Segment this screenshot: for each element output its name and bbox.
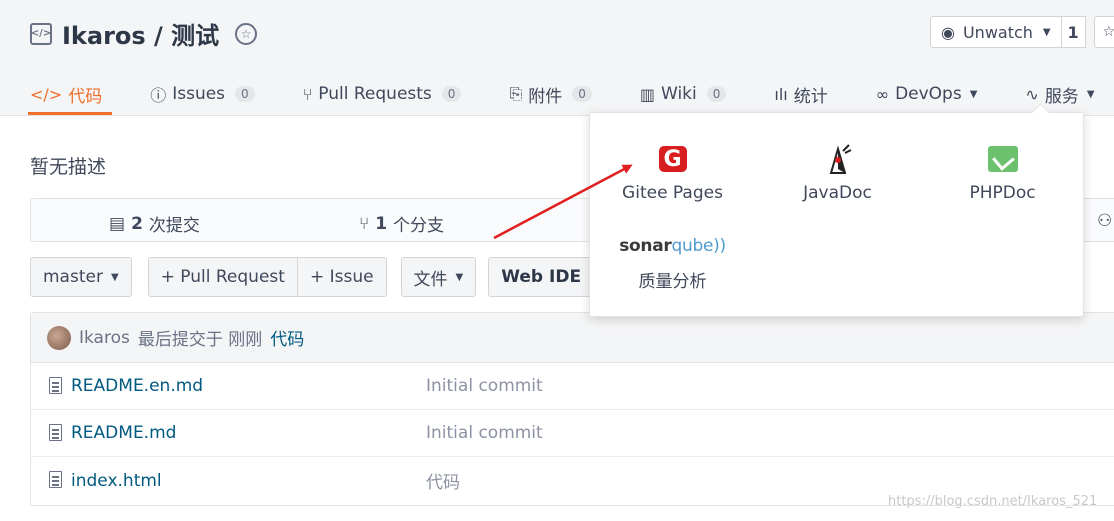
tab-issues[interactable]: ⓘ Issues 0 (150, 66, 255, 112)
unwatch-button[interactable]: ◉ Unwatch ▼ (930, 16, 1062, 48)
branches-label: 个分支 (393, 216, 445, 236)
menu-item-gitee-pages[interactable]: G Gitee Pages (590, 141, 755, 203)
file-name-link[interactable]: index.html (71, 471, 162, 491)
tab-label: Wiki (661, 84, 697, 104)
file-icon (49, 471, 62, 488)
commits-count: 2 (131, 213, 143, 234)
file-commit-message[interactable]: Initial commit (426, 376, 543, 396)
branch-label: master (43, 267, 103, 287)
repo-title-bar: </> Ikaros / 测试 ☆ (30, 16, 258, 51)
tab-pull-requests[interactable]: ⑂ Pull Requests 0 (303, 66, 462, 112)
commit-message-link[interactable]: 代码 (270, 325, 304, 350)
file-menu-button[interactable]: 文件 ▼ (400, 257, 477, 297)
chevron-down-icon: ▼ (1042, 26, 1051, 38)
chevron-down-icon: ▼ (969, 88, 978, 100)
avatar[interactable] (47, 325, 71, 350)
tab-attachments[interactable]: ⎘ 附件 0 (509, 66, 592, 112)
branches-count: 1 (375, 213, 388, 234)
commits-label: 次提交 (148, 216, 200, 236)
latest-commit-row: Ikaros 最后提交于 刚刚 代码 (31, 313, 1114, 363)
repo-name[interactable]: Ikaros / 测试 (62, 16, 219, 51)
repo-header: </> Ikaros / 测试 ☆ ◉ Unwatch ▼ 1 ☆ </> 代码… (0, 0, 1114, 116)
gitee-pages-logo-icon: G (658, 146, 687, 172)
book-icon: ▥ (639, 84, 656, 104)
tab-count: 0 (706, 86, 727, 102)
web-ide-button[interactable]: Web IDE (488, 257, 595, 297)
code-icon: </> (30, 84, 63, 104)
file-icon (49, 424, 62, 441)
chevron-down-icon: ▼ (455, 271, 464, 283)
commit-author[interactable]: Ikaros (79, 328, 130, 348)
tab-code[interactable]: </> 代码 (27, 66, 113, 115)
commit-time-text: 最后提交于 刚刚 (137, 330, 263, 350)
watch-count[interactable]: 1 (1061, 16, 1086, 48)
menu-item-quality-analysis[interactable]: sonarqube)) 质量分析 (590, 231, 755, 292)
file-list: Ikaros 最后提交于 刚刚 代码 README.en.md Initial … (30, 312, 1114, 506)
file-row: README.en.md Initial commit (31, 363, 1114, 410)
bar-chart-icon: ılı (774, 84, 788, 104)
chevron-down-icon: ▼ (110, 271, 119, 283)
contributors-stat[interactable]: ⚇ (1097, 211, 1112, 231)
java-duke-icon (829, 144, 851, 174)
repo-toolbar: master ▼ + Pull Request + Issue 文件 ▼ Web… (30, 257, 629, 297)
chevron-down-icon: ▼ (1086, 88, 1095, 100)
tab-label: 统计 (793, 86, 828, 107)
file-commit-message[interactable]: 代码 (426, 468, 460, 493)
tab-label: 服务 (1044, 86, 1079, 107)
paperclip-icon: ⎘ (509, 84, 523, 103)
commit-list-icon: ▤ (109, 213, 126, 234)
watch-group: ◉ Unwatch ▼ 1 ☆ (930, 16, 1114, 48)
file-commit-message[interactable]: Initial commit (426, 423, 543, 443)
award-badge-icon[interactable]: ☆ (235, 22, 258, 45)
tab-label: Issues (172, 84, 226, 104)
pull-request-button[interactable]: + Pull Request (147, 257, 298, 297)
infinity-icon: ∞ (875, 84, 890, 104)
star-button[interactable]: ☆ (1093, 16, 1114, 48)
phpdoc-logo-icon (987, 146, 1018, 172)
file-name-link[interactable]: README.md (71, 423, 176, 443)
unwatch-label: Unwatch (962, 22, 1033, 42)
contributors-icon: ⚇ (1097, 211, 1113, 231)
branches-stat[interactable]: ⑂ 1 个分支 (359, 211, 445, 237)
issue-button[interactable]: + Issue (297, 257, 387, 297)
tab-devops[interactable]: ∞ DevOps ▼ (876, 66, 978, 112)
branch-select[interactable]: master ▼ (30, 257, 132, 297)
menu-item-label: PHPDoc (969, 183, 1036, 203)
tab-label: 附件 (528, 86, 563, 107)
tab-wiki[interactable]: ▥ Wiki 0 (640, 66, 727, 112)
menu-item-label: 质量分析 (638, 272, 707, 292)
menu-item-label: Gitee Pages (622, 183, 723, 203)
file-label: 文件 (413, 269, 448, 290)
file-row: README.md Initial commit (31, 410, 1114, 457)
menu-item-javadoc[interactable]: JavaDoc (755, 141, 920, 203)
branch-icon: ⑂ (359, 213, 370, 234)
pull-request-icon: ⑂ (302, 84, 313, 104)
menu-item-label: JavaDoc (803, 183, 872, 203)
tab-count: 0 (441, 86, 462, 102)
tab-count: 0 (235, 86, 255, 102)
watermark: https://blog.csdn.net/Ikaros_521 (888, 494, 1098, 509)
tab-label: Pull Requests (318, 84, 432, 104)
pulse-icon: ∿ (1025, 84, 1039, 104)
sonarqube-logo-icon: sonarqube)) (619, 236, 726, 256)
eye-icon: ◉ (941, 22, 955, 42)
tab-services[interactable]: ∿ 服务 ▼ (1025, 66, 1094, 112)
services-dropdown-menu: G Gitee Pages JavaDoc PHPDoc sonarqube))… (589, 112, 1084, 317)
repo-description: 暂无描述 (30, 156, 107, 178)
tab-count: 0 (572, 86, 592, 102)
file-icon (49, 377, 62, 394)
issue-icon: ⓘ (150, 86, 167, 105)
tab-label: DevOps (895, 84, 962, 104)
repo-tabs: </> 代码 ⓘ Issues 0 ⑂ Pull Requests 0 ⎘ 附件… (27, 66, 1114, 116)
code-repo-icon: </> (30, 22, 52, 45)
file-name-link[interactable]: README.en.md (71, 376, 203, 396)
tab-stats[interactable]: ılı 统计 (774, 66, 827, 112)
star-icon: ☆ (1102, 24, 1114, 40)
commits-stat[interactable]: ▤ 2 次提交 (109, 211, 200, 237)
menu-item-phpdoc[interactable]: PHPDoc (920, 141, 1085, 203)
tab-label: 代码 (68, 86, 103, 107)
